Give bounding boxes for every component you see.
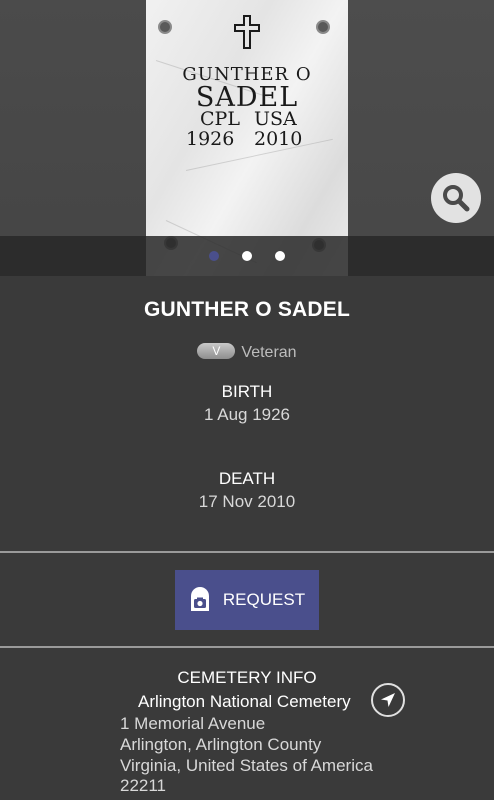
person-name: GUNTHER O SADEL (143, 298, 350, 321)
navigate-button[interactable] (371, 683, 405, 717)
address-line-3: Virginia, United States of America (120, 756, 373, 775)
photo-background (348, 0, 494, 276)
veteran-badge: V (197, 342, 236, 359)
carousel-dot-2[interactable] (242, 251, 252, 261)
photo-background (0, 0, 146, 276)
request-photo-button[interactable]: REQUEST (175, 570, 319, 630)
address-line-1: 1 Memorial Avenue (120, 714, 266, 733)
veteran-label: Veteran (241, 344, 297, 361)
stone-last-name: SADEL (195, 82, 299, 113)
death-date: 17 Nov 2010 (198, 492, 296, 511)
stone-rank: CPL (200, 108, 240, 130)
headstone-photo: GUNTHER O SADEL CPL USA 1926 2010 (146, 0, 348, 276)
camera-icon (190, 587, 209, 611)
request-label: REQUEST (222, 590, 306, 609)
birth-label: BIRTH (221, 382, 273, 401)
carousel-indicator-bar (0, 236, 494, 276)
navigation-arrow-icon (381, 693, 395, 707)
bolt (316, 20, 330, 34)
stone-branch: USA (254, 108, 297, 130)
stone-birth-year: 1926 (186, 128, 235, 150)
carousel-dot-1[interactable] (209, 251, 219, 261)
birth-date: 1 Aug 1926 (203, 405, 291, 424)
zoom-search-button[interactable] (431, 173, 481, 223)
veteran-status: V Veteran (0, 342, 494, 362)
cemetery-name[interactable]: Arlington National Cemetery (138, 692, 351, 712)
stone-death-year: 2010 (254, 128, 303, 150)
photo-carousel[interactable]: GUNTHER O SADEL CPL USA 1926 2010 (0, 0, 494, 276)
divider (0, 646, 494, 648)
search-icon (443, 185, 470, 212)
address-line-4: 22211 (120, 776, 167, 795)
divider (0, 551, 494, 553)
bolt (158, 20, 172, 34)
address-line-2: Arlington, Arlington County (120, 735, 322, 754)
cemetery-info-title: CEMETERY INFO (177, 668, 317, 687)
carousel-dot-3[interactable] (275, 251, 285, 261)
cross-icon (234, 15, 260, 49)
death-label: DEATH (218, 469, 276, 488)
